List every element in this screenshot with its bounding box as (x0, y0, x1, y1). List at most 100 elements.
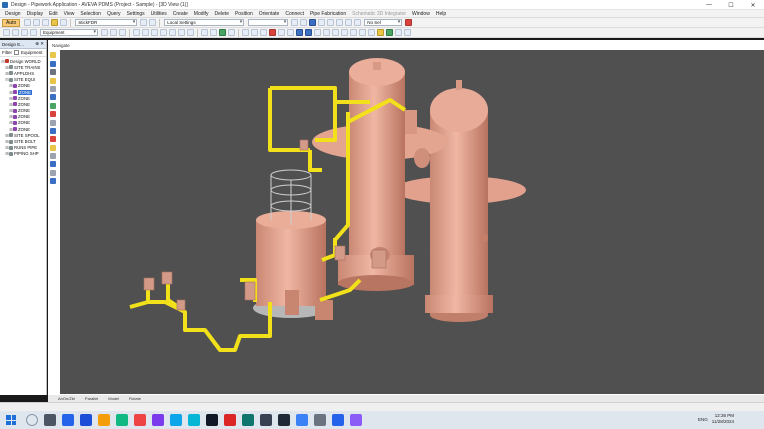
start-icon[interactable] (6, 415, 16, 425)
toolbar-button[interactable] (350, 29, 357, 36)
menu-window[interactable]: Window (409, 11, 433, 17)
close-selection-icon[interactable] (405, 19, 413, 26)
app-icon[interactable] (152, 414, 164, 426)
app-icon[interactable] (206, 414, 218, 426)
close-button[interactable]: ✕ (742, 0, 764, 10)
clock[interactable]: 12:36 PM 11/28/2024 (712, 413, 734, 425)
toolbar-button[interactable] (60, 19, 68, 26)
view-tool-icon[interactable] (50, 111, 56, 118)
view-tool-icon[interactable] (50, 77, 56, 84)
toolbar-button[interactable] (354, 19, 362, 26)
view-tool-icon[interactable] (50, 85, 56, 92)
view-tool-icon[interactable] (50, 161, 56, 168)
word-icon[interactable] (80, 414, 92, 426)
nav-forward-icon[interactable] (305, 29, 312, 36)
view-tool-icon[interactable] (50, 136, 56, 143)
menu-delete[interactable]: Delete (212, 11, 232, 17)
toolbar-button[interactable] (278, 29, 285, 36)
menu-help[interactable]: Help (433, 11, 449, 17)
menu-query[interactable]: Query (104, 11, 124, 17)
toolbar-button[interactable] (133, 29, 140, 36)
menu-modify[interactable]: Modify (191, 11, 212, 17)
edge-icon[interactable] (170, 414, 182, 426)
toolbar-button[interactable] (377, 29, 384, 36)
language-indicator[interactable]: ENG (698, 417, 708, 422)
menu-position[interactable]: Position (232, 11, 256, 17)
app-icon[interactable] (188, 414, 200, 426)
toolbar-button[interactable] (30, 29, 37, 36)
file-explorer-icon[interactable] (98, 414, 110, 426)
toolbar-button[interactable] (341, 29, 348, 36)
toolbar-button[interactable] (3, 29, 10, 36)
menu-connect[interactable]: Connect (282, 11, 307, 17)
toolbar-button[interactable] (33, 19, 41, 26)
toolbar-button[interactable] (219, 29, 226, 36)
toolbar-button[interactable] (300, 19, 308, 26)
view-tool-icon[interactable] (50, 153, 56, 160)
toolbar-button[interactable] (228, 29, 235, 36)
auto-button[interactable]: Auto (2, 18, 21, 27)
maximize-button[interactable]: ☐ (720, 0, 742, 10)
toolbar-button[interactable] (368, 29, 375, 36)
menu-create[interactable]: Create (170, 11, 191, 17)
toolbar-button[interactable] (386, 29, 393, 36)
tree-item[interactable]: ⊞ SITE TRAINS (0, 64, 46, 70)
toolbar-button[interactable] (151, 29, 158, 36)
app-icon[interactable] (242, 414, 254, 426)
nav-back-icon[interactable] (296, 29, 303, 36)
toolbar-button[interactable] (332, 29, 339, 36)
save-icon[interactable] (309, 19, 317, 26)
app-icon[interactable] (314, 414, 326, 426)
settings-combo[interactable]: Local Settings (164, 19, 245, 26)
blank-combo[interactable] (248, 19, 289, 26)
toolbar-button[interactable] (287, 29, 294, 36)
toolbar-button[interactable] (242, 29, 249, 36)
view-tool-icon[interactable] (50, 127, 56, 134)
view-tool-icon[interactable] (50, 60, 56, 67)
toolbar-button[interactable] (12, 29, 19, 36)
menu-display[interactable]: Display (24, 11, 46, 17)
app-icon[interactable] (278, 414, 290, 426)
task-view-icon[interactable] (44, 414, 56, 426)
toolbar-button[interactable] (260, 29, 267, 36)
app-icon[interactable] (224, 414, 236, 426)
spec-combo[interactable]: StickFDR (75, 19, 138, 26)
toolbar-button[interactable] (404, 29, 411, 36)
toolbar-button[interactable] (251, 29, 258, 36)
toolbar-button[interactable] (345, 19, 353, 26)
menu-selection[interactable]: Selection (77, 11, 104, 17)
tree-item[interactable]: ⊞ PIPING SHP (0, 151, 46, 157)
filter-value[interactable]: Equipment (21, 50, 43, 55)
view-tool-icon[interactable] (50, 94, 56, 101)
toolbar-button[interactable] (314, 29, 321, 36)
toolbar-button[interactable] (336, 19, 344, 26)
view-tool-icon[interactable] (50, 69, 56, 76)
navigate-tab[interactable]: Navigate (50, 41, 72, 49)
toolbar-button[interactable] (318, 19, 326, 26)
excel-icon[interactable] (116, 414, 128, 426)
chrome-icon[interactable] (134, 414, 146, 426)
app-icon[interactable] (260, 414, 272, 426)
toolbar-button[interactable] (178, 29, 185, 36)
view-tool-icon[interactable] (50, 144, 56, 151)
menu-edit[interactable]: Edit (46, 11, 61, 17)
mail-icon[interactable] (62, 414, 74, 426)
toolbar-button[interactable] (323, 29, 330, 36)
selection-combo[interactable]: No Sel (364, 19, 403, 26)
toolbar-button[interactable] (359, 29, 366, 36)
menu-schematic-3d-integrator[interactable]: Schematic 3D Integrator (349, 11, 409, 17)
toolbar-button[interactable] (327, 19, 335, 26)
toolbar-button[interactable] (210, 29, 217, 36)
tree-item[interactable]: ⊞ SITE SPOOL (0, 132, 46, 138)
menu-settings[interactable]: Settings (124, 11, 148, 17)
app-icon[interactable] (296, 414, 308, 426)
view-tool-icon[interactable] (50, 102, 56, 109)
toolbar-button[interactable] (110, 29, 117, 36)
view-tool-icon[interactable] (50, 52, 56, 59)
toolbar-button[interactable] (51, 19, 59, 26)
toolbar-button[interactable] (201, 29, 208, 36)
equipment-combo[interactable]: Equipment (40, 29, 98, 36)
minimize-button[interactable]: — (698, 0, 720, 10)
menu-orientate[interactable]: Orientate (256, 11, 283, 17)
panel-pin-close[interactable]: ⊕ ✕ (35, 41, 44, 47)
